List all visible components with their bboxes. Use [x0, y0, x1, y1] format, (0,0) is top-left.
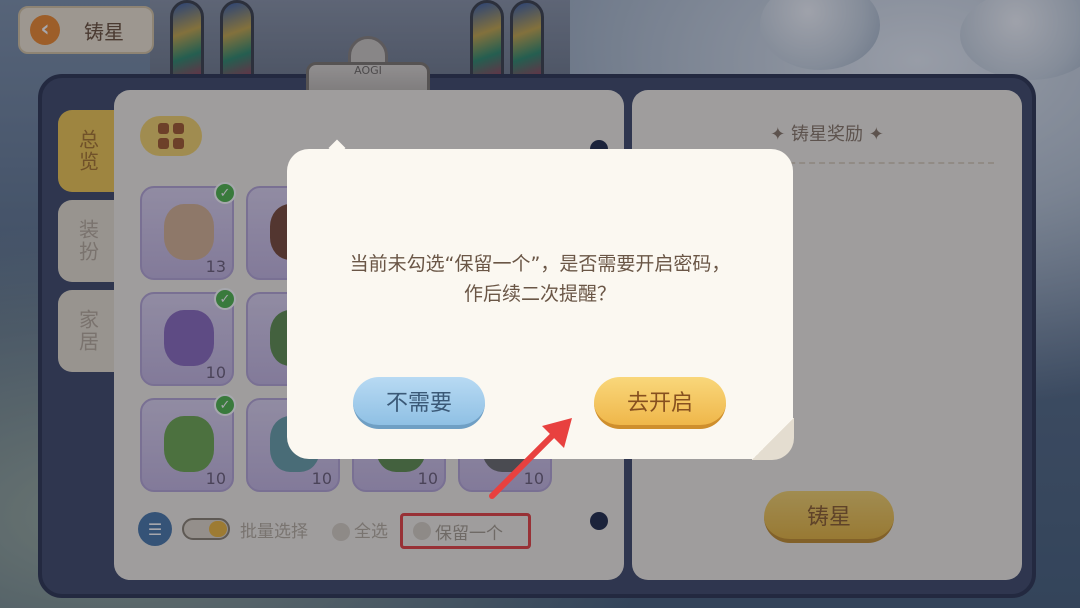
annotation-arrow-icon [489, 418, 572, 499]
cancel-button[interactable]: 不需要 [353, 377, 485, 429]
dialog-message: 当前未勾选“保留一个”，是否需要开启密码，作后续二次提醒？ [349, 253, 731, 305]
confirm-button[interactable]: 去开启 [594, 377, 726, 429]
